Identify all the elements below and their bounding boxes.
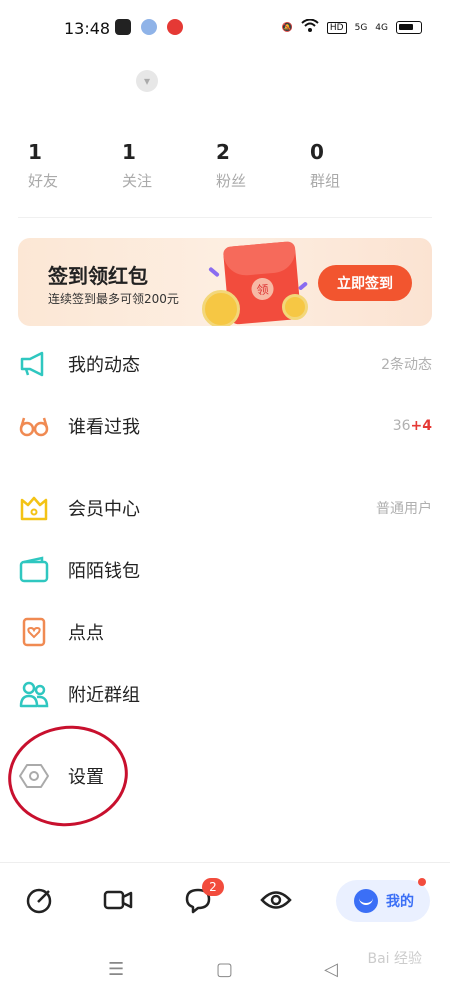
- menu-item-label: 陌陌钱包: [68, 561, 140, 582]
- banner-subtitle: 连续签到最多可领200元: [48, 292, 179, 306]
- menu-item-label: 会员中心: [68, 499, 140, 520]
- glasses-icon: [18, 410, 50, 442]
- stat-following[interactable]: 1 关注: [122, 140, 216, 191]
- status-system-icons: 🔕 HD 5G 4G: [281, 18, 422, 36]
- stat-friends-count: 1: [28, 140, 42, 164]
- status-app-icons: [115, 19, 183, 35]
- tab-discover[interactable]: [260, 886, 292, 918]
- stats-row: 1 好友 1 关注 2 粉丝 0 群组: [28, 140, 428, 191]
- hd-icon: HD: [326, 21, 347, 34]
- membership-status: 普通用户: [376, 501, 432, 517]
- stat-fans-count: 2: [216, 140, 230, 164]
- tab-video[interactable]: [102, 886, 134, 918]
- menu-item-vip-center[interactable]: 会员中心 普通用户: [18, 488, 432, 528]
- menu-lines-icon[interactable]: ☰: [108, 959, 124, 980]
- banner-title: 签到领红包: [48, 264, 148, 288]
- back-triangle-icon[interactable]: ◁: [324, 959, 338, 980]
- compose-icon: [25, 885, 55, 919]
- stat-groups[interactable]: 0 群组: [310, 140, 404, 191]
- dynamics-count: 2条动态: [381, 357, 432, 373]
- group-icon: [18, 678, 50, 710]
- heart-card-icon: [18, 616, 50, 648]
- red-packet-label: 领: [250, 277, 275, 301]
- stat-following-label: 关注: [122, 172, 153, 190]
- megaphone-icon: [18, 348, 50, 380]
- visitor-count-new: +4: [410, 418, 432, 434]
- menu-item-nearby-groups[interactable]: 附近群组: [18, 674, 432, 714]
- messages-badge: 2: [202, 878, 224, 896]
- battery-icon: [396, 21, 422, 34]
- stat-groups-label: 群组: [310, 172, 341, 190]
- bottom-tab-bar: 2 我的: [0, 878, 450, 924]
- menu-item-who-viewed-me[interactable]: 谁看过我 36+4: [18, 406, 432, 446]
- divider: [18, 217, 432, 218]
- status-bar: 13:48 🔕 HD 5G 4G: [0, 0, 450, 58]
- coin-icon-small: [282, 294, 308, 320]
- highlight-circle-annotation: [1, 718, 135, 834]
- stat-fans-label: 粉丝: [216, 172, 247, 190]
- stat-fans[interactable]: 2 粉丝: [216, 140, 310, 191]
- status-time: 13:48: [64, 19, 111, 38]
- stat-groups-count: 0: [310, 140, 324, 164]
- menu-item-label: 我的动态: [68, 355, 140, 376]
- tab-mine[interactable]: 我的: [336, 878, 430, 922]
- menu-item-label: 附近群组: [68, 685, 140, 706]
- collapse-chevron-icon[interactable]: ▾: [136, 70, 158, 92]
- eye-icon: [260, 885, 292, 919]
- menu-item-wallet[interactable]: 陌陌钱包: [18, 550, 432, 590]
- checkin-banner[interactable]: 签到领红包 连续签到最多可领200元 领 立即签到: [18, 238, 432, 326]
- app-notification-icon: [115, 19, 131, 35]
- notification-dot: [418, 878, 426, 886]
- tab-mine-label: 我的: [386, 894, 414, 910]
- video-camera-icon: [102, 885, 134, 919]
- home-square-icon[interactable]: ▢: [216, 959, 233, 980]
- wifi-icon: [301, 18, 319, 36]
- signal-5g-icon: 5G: [354, 22, 368, 33]
- menu-item-dots[interactable]: 点点: [18, 612, 432, 652]
- mine-avatar-icon: [354, 889, 378, 913]
- stat-following-count: 1: [122, 140, 136, 164]
- confetti-icon: [208, 266, 220, 278]
- weather-icon: [141, 19, 157, 35]
- menu-item-label: 谁看过我: [68, 417, 140, 438]
- menu-item-my-dynamics[interactable]: 我的动态 2条动态: [18, 344, 432, 384]
- signal-4g-icon: 4G: [375, 22, 388, 33]
- visitor-count-total: 36: [392, 418, 411, 434]
- mute-icon: 🔕: [281, 22, 293, 33]
- confetti-icon: [297, 281, 309, 291]
- stat-friends-label: 好友: [28, 172, 59, 190]
- tab-post[interactable]: [24, 886, 56, 918]
- visitor-count: 36+4: [393, 418, 432, 434]
- watermark: Bai 经验: [367, 951, 422, 967]
- menu-item-label: 点点: [68, 623, 104, 644]
- crown-icon: [18, 492, 50, 524]
- coin-icon: [202, 290, 240, 326]
- app-notification-icon-red: [167, 19, 183, 35]
- checkin-button[interactable]: 立即签到: [318, 265, 412, 301]
- stat-friends[interactable]: 1 好友: [28, 140, 122, 191]
- wallet-icon: [18, 554, 50, 586]
- divider: [0, 862, 450, 863]
